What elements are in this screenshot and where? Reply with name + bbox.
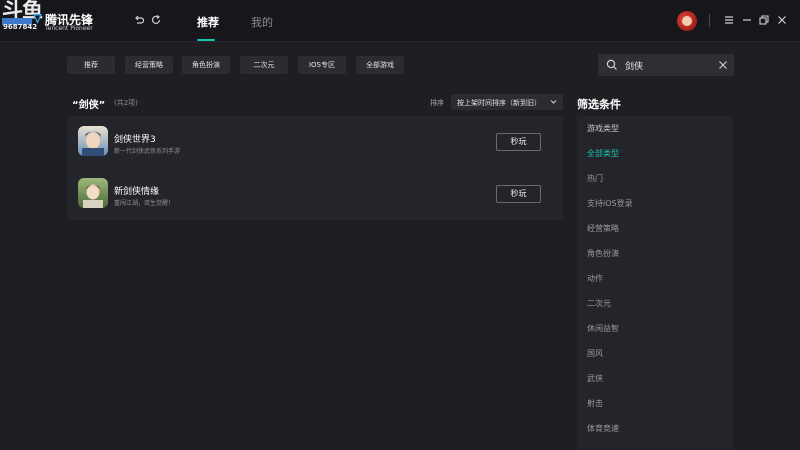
- app-logo: 斗鱼 9687842 腾讯先锋 Tencent Pioneer: [0, 0, 125, 38]
- filter-option-wuxia[interactable]: 武侠: [587, 373, 603, 384]
- category-chip-strategy[interactable]: 经营策略: [125, 56, 173, 74]
- tab-recommend[interactable]: 推荐: [197, 14, 219, 30]
- game-name: 剑侠世界3: [114, 135, 156, 145]
- game-icon-jxsj3: [78, 126, 108, 156]
- filter-option-ios-login[interactable]: 支持iOS登录: [587, 198, 633, 209]
- category-chip-anime[interactable]: 二次元: [240, 56, 288, 74]
- filter-option-anime[interactable]: 二次元: [587, 298, 611, 309]
- sort-label: 排序: [430, 99, 444, 107]
- filter-option-shooter[interactable]: 射击: [587, 398, 603, 409]
- filter-option-action[interactable]: 动作: [587, 273, 603, 284]
- avatar-face: [682, 16, 692, 26]
- filter-option-sports-racing[interactable]: 体育竞速: [587, 423, 619, 434]
- clear-search-icon[interactable]: [718, 60, 728, 70]
- game-name: 新剑侠情缘: [114, 187, 160, 197]
- category-chip-all-games[interactable]: 全部游戏: [356, 56, 404, 74]
- filter-option-casual[interactable]: 休闲益智: [587, 323, 619, 334]
- search-icon: [606, 59, 617, 70]
- sort-selected-value: 按上架时间排序（新到旧）: [457, 99, 541, 107]
- category-chip-rpg[interactable]: 角色扮演: [182, 56, 230, 74]
- filter-option-all[interactable]: 全部类型: [587, 148, 619, 159]
- category-chip-recommend[interactable]: 推荐: [67, 56, 115, 74]
- avatar[interactable]: [677, 11, 697, 31]
- game-description: 新一代剑侠武侠系列手游: [114, 148, 181, 155]
- filter-section-header: 游戏类型: [587, 124, 619, 133]
- game-icon-xjxqy: [78, 178, 108, 208]
- filter-option-hot[interactable]: 热门: [587, 173, 603, 184]
- top-bar: 斗鱼 9687842 腾讯先锋 Tencent Pioneer 推荐 我的: [0, 0, 800, 42]
- filter-option-guofeng[interactable]: 国风: [587, 348, 603, 359]
- chevron-down-icon: [550, 100, 557, 104]
- search-input[interactable]: [625, 58, 705, 72]
- search-result-list: 剑侠世界3 新一代剑侠武侠系列手游 秒玩 新剑侠情缘 重闯江湖，双生觉醒！ 秒玩: [67, 116, 563, 220]
- refresh-icon[interactable]: [150, 14, 162, 26]
- search-box: [598, 54, 734, 76]
- filter-title: 筛选条件: [577, 98, 621, 111]
- active-tab-indicator: [197, 39, 215, 41]
- search-result-count: (共2项): [114, 99, 138, 107]
- close-icon[interactable]: [776, 14, 788, 26]
- tab-mine[interactable]: 我的: [251, 14, 273, 30]
- game-description: 重闯江湖，双生觉醒！: [114, 200, 175, 207]
- category-chip-ios[interactable]: IOS专区: [298, 56, 346, 74]
- filter-option-strategy[interactable]: 经营策略: [587, 223, 619, 234]
- search-result-title: “剑侠”: [72, 100, 106, 111]
- filter-option-rpg[interactable]: 角色扮演: [587, 248, 619, 259]
- instant-play-button[interactable]: 秒玩: [496, 185, 541, 203]
- sort-dropdown[interactable]: 按上架时间排序（新到旧）: [451, 94, 563, 110]
- list-item[interactable]: 剑侠世界3 新一代剑侠武侠系列手游 秒玩: [67, 116, 563, 168]
- filter-panel: 游戏类型 全部类型 热门 支持iOS登录 经营策略 角色扮演 动作 二次元 休闲…: [577, 116, 733, 450]
- app-subtitle: Tencent Pioneer: [45, 25, 93, 32]
- minimize-icon[interactable]: [741, 14, 753, 26]
- menu-icon[interactable]: [723, 14, 735, 26]
- toolbar-divider: [709, 14, 710, 27]
- restore-icon[interactable]: [758, 14, 770, 26]
- list-item[interactable]: 新剑侠情缘 重闯江湖，双生觉醒！ 秒玩: [67, 168, 563, 220]
- instant-play-button[interactable]: 秒玩: [496, 133, 541, 151]
- tencent-pioneer-emblem-icon: [33, 14, 42, 24]
- undo-icon[interactable]: [133, 14, 145, 26]
